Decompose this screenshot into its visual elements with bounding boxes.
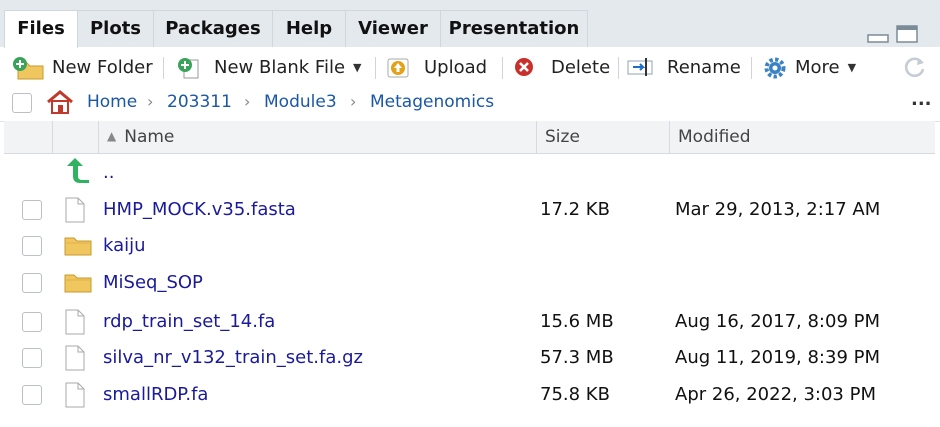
- up-arrow-icon: [64, 156, 90, 188]
- name-column-label: Name: [124, 127, 175, 147]
- folder-name-link[interactable]: MiSeq_SOP: [103, 265, 203, 301]
- new-folder-label: New Folder: [52, 56, 153, 78]
- file-icon: [64, 309, 86, 339]
- table-row: silva_nr_v132_train_set.fa.gz 57.3 MB Au…: [4, 340, 935, 376]
- tab-help[interactable]: Help: [273, 10, 346, 47]
- new-folder-icon: [12, 56, 44, 80]
- file-name-link[interactable]: HMP_MOCK.v35.fasta: [103, 192, 296, 228]
- row-checkbox[interactable]: [22, 348, 42, 368]
- refresh-icon: [904, 57, 925, 78]
- tab-packages[interactable]: Packages: [154, 10, 273, 47]
- file-name-link[interactable]: rdp_train_set_14.fa: [103, 304, 275, 340]
- maximize-pane-icon[interactable]: [895, 24, 921, 48]
- parent-directory-link[interactable]: ..: [103, 155, 114, 191]
- row-checkbox[interactable]: [22, 200, 42, 220]
- upload-label: Upload: [424, 56, 488, 78]
- toolbar-separator: [751, 57, 752, 79]
- rename-button[interactable]: Rename: [627, 47, 741, 87]
- tab-plots[interactable]: Plots: [78, 10, 154, 47]
- file-size: 15.6 MB: [540, 311, 614, 332]
- file-icon: [64, 197, 86, 227]
- new-blank-file-button[interactable]: New Blank File ▼: [176, 47, 362, 87]
- breadcrumb-module3[interactable]: Module3: [264, 87, 337, 117]
- size-column-label: Size: [545, 127, 580, 147]
- file-size: 57.3 MB: [540, 347, 614, 368]
- file-icon: [64, 345, 86, 375]
- modified-column-header[interactable]: Modified: [669, 121, 935, 153]
- row-checkbox[interactable]: [22, 236, 42, 256]
- breadcrumb-separator: ›: [147, 92, 154, 111]
- select-all-checkbox[interactable]: [12, 93, 32, 113]
- toolbar-separator: [502, 57, 503, 79]
- delete-icon: [513, 56, 535, 78]
- modified-column-label: Modified: [678, 127, 751, 147]
- more-path-button[interactable]: ...: [911, 89, 932, 110]
- toolbar-separator: [163, 57, 164, 79]
- file-list-header: ▲ Name Size Modified: [4, 121, 935, 154]
- toolbar-separator: [618, 57, 619, 79]
- file-modified: Apr 26, 2022, 3:03 PM: [675, 384, 876, 405]
- file-modified: Aug 11, 2019, 8:39 PM: [675, 347, 880, 368]
- file-modified: Aug 16, 2017, 8:09 PM: [675, 311, 880, 332]
- more-button[interactable]: More ▼: [763, 47, 856, 87]
- chevron-down-icon: ▼: [847, 60, 857, 74]
- table-row: MiSeq_SOP: [4, 265, 935, 301]
- icon-column-header: [52, 121, 98, 153]
- row-checkbox[interactable]: [22, 273, 42, 293]
- row-checkbox[interactable]: [22, 385, 42, 405]
- delete-button[interactable]: Delete: [513, 47, 610, 87]
- toolbar-separator: [375, 57, 376, 79]
- folder-name-link[interactable]: kaiju: [103, 228, 146, 264]
- file-name-link[interactable]: silva_nr_v132_train_set.fa.gz: [103, 340, 363, 376]
- more-label: More: [795, 56, 840, 78]
- tab-presentation[interactable]: Presentation: [441, 10, 588, 47]
- refresh-button[interactable]: [902, 47, 928, 87]
- gear-icon: [763, 56, 786, 79]
- file-modified: Mar 29, 2013, 2:17 AM: [675, 199, 881, 220]
- breadcrumb-separator: ›: [350, 92, 357, 111]
- table-row: HMP_MOCK.v35.fasta 17.2 KB Mar 29, 2013,…: [4, 192, 935, 228]
- table-row: rdp_train_set_14.fa 15.6 MB Aug 16, 2017…: [4, 304, 935, 340]
- new-blank-file-label: New Blank File: [214, 56, 346, 78]
- upload-button[interactable]: Upload: [386, 47, 487, 87]
- table-row: kaiju: [4, 228, 935, 264]
- folder-icon: [64, 233, 92, 261]
- breadcrumb-203311[interactable]: 203311: [167, 87, 232, 117]
- folder-icon: [64, 270, 92, 298]
- chevron-down-icon: ▼: [353, 60, 362, 74]
- size-column-header[interactable]: Size: [536, 121, 669, 153]
- file-icon: [64, 382, 86, 412]
- breadcrumb-separator: ›: [244, 92, 251, 111]
- minimize-pane-icon[interactable]: [866, 24, 890, 48]
- parent-directory-row[interactable]: ..: [4, 153, 935, 189]
- pane-tab-bar: Files Plots Packages Help Viewer Present…: [0, 0, 940, 48]
- sort-ascending-icon: ▲: [107, 129, 117, 143]
- new-file-icon: [176, 56, 199, 79]
- breadcrumb-metagenomics[interactable]: Metagenomics: [370, 87, 494, 117]
- delete-label: Delete: [551, 56, 611, 78]
- rename-icon: [627, 56, 655, 78]
- tab-files[interactable]: Files: [4, 10, 78, 48]
- upload-icon: [386, 56, 409, 78]
- home-icon[interactable]: [46, 89, 74, 119]
- file-size: 75.8 KB: [540, 384, 610, 405]
- new-folder-button[interactable]: New Folder: [12, 47, 153, 87]
- rename-label: Rename: [667, 56, 741, 78]
- tab-viewer[interactable]: Viewer: [346, 10, 441, 47]
- name-column-header[interactable]: ▲ Name: [98, 121, 536, 153]
- file-name-link[interactable]: smallRDP.fa: [103, 377, 208, 413]
- breadcrumb: Home › 203311 › Module3 › Metagenomics .…: [0, 87, 940, 122]
- files-toolbar: New Folder New Blank File ▼ Upload Delet…: [0, 47, 940, 88]
- breadcrumb-home[interactable]: Home: [87, 87, 137, 117]
- file-size: 17.2 KB: [540, 199, 610, 220]
- row-checkbox[interactable]: [22, 312, 42, 332]
- table-row: smallRDP.fa 75.8 KB Apr 26, 2022, 3:03 P…: [4, 377, 935, 413]
